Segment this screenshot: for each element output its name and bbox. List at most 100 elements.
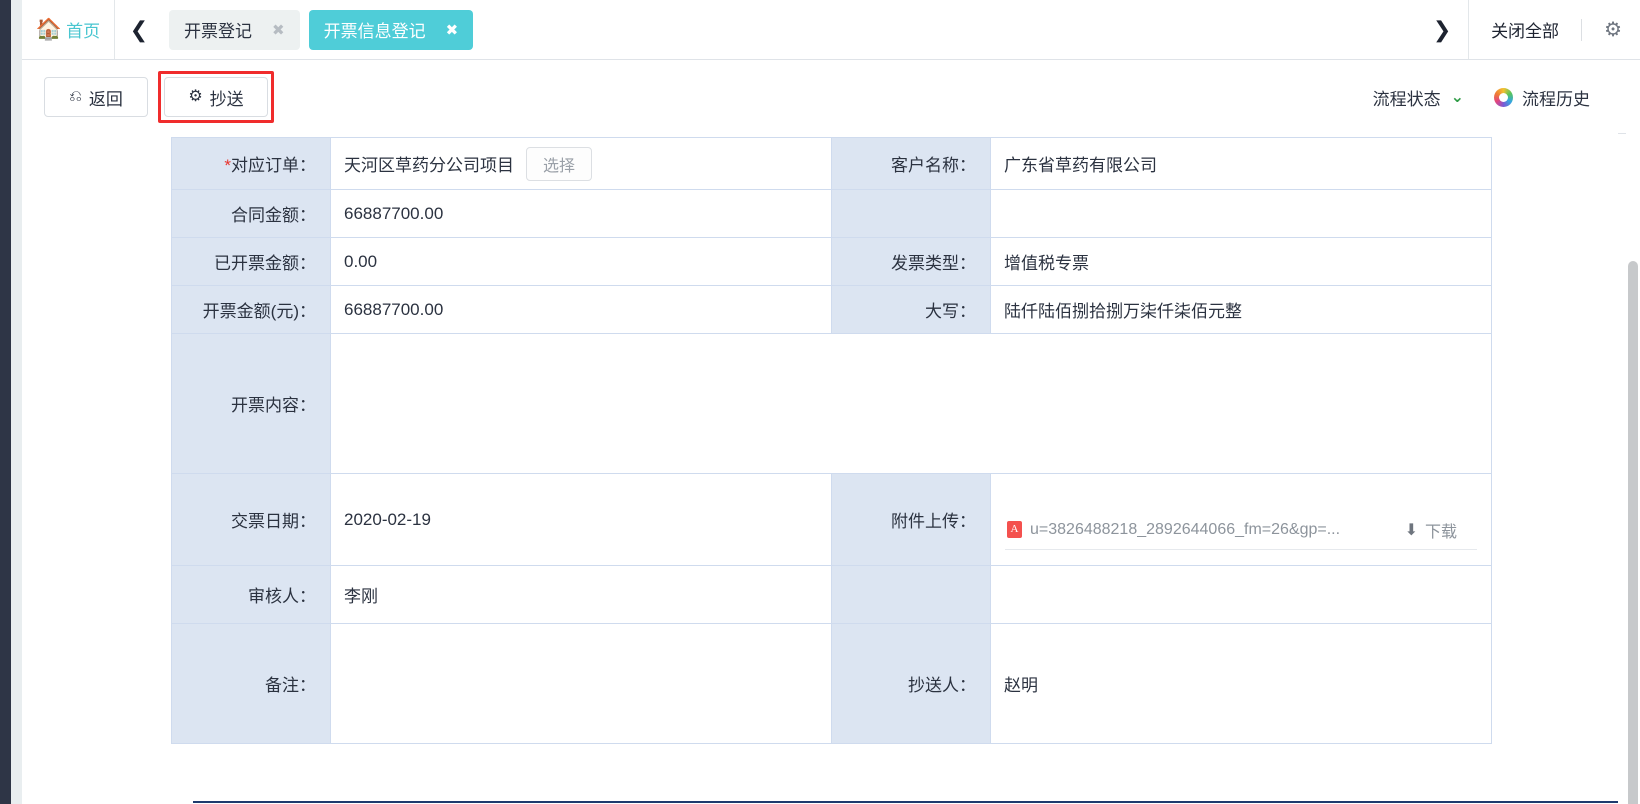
delivery-date-value: 2020-02-19 (344, 510, 431, 529)
toolbar-right-group: 流程状态 ⌄ 流程历史 (1373, 85, 1618, 110)
invoice-type-value: 增值税专票 (1004, 254, 1089, 273)
close-all-button[interactable]: 关闭全部 (1491, 17, 1559, 42)
close-all-group: 关闭全部 ⚙ (1468, 0, 1640, 59)
invoice-type-value-cell: 增值税专票 (991, 238, 1492, 286)
chevron-down-icon: ⌄ (1451, 87, 1464, 107)
collapsed-nav-rail (0, 0, 11, 804)
customer-value: 广东省草药有限公司 (1004, 156, 1157, 175)
order-select-button[interactable]: 选择 (526, 147, 592, 181)
table-row: 已开票金额： 0.00 发票类型： 增值税专票 (172, 238, 1492, 286)
color-ring-icon (1494, 88, 1513, 107)
back-circle-icon: ⎌ (69, 89, 82, 105)
cc-person-label: 抄送人： (908, 676, 976, 695)
cc-button-label: 抄送 (210, 85, 244, 110)
order-value: 天河区草药分公司项目 (344, 151, 514, 176)
attachment-download-button[interactable]: ⬇ 下载 (1405, 518, 1475, 542)
cc-button[interactable]: ⚙ 抄送 (164, 77, 268, 117)
delivery-date-label-cell: 交票日期： (172, 474, 331, 566)
flow-state-dropdown[interactable]: 流程状态 ⌄ (1373, 85, 1464, 110)
blank-value-cell-1 (991, 190, 1492, 238)
invoice-amount-value-cell: 66887700.00 (331, 286, 832, 334)
invoice-type-label: 发票类型： (891, 254, 976, 273)
flow-state-label: 流程状态 (1373, 85, 1441, 110)
cc-button-highlight: ⚙ 抄送 (158, 71, 274, 123)
reviewer-label-cell: 审核人： (172, 566, 331, 624)
table-row: *对应订单： 天河区草药分公司项目 选择 客户名称： 广东省草药有限公司 (172, 138, 1492, 190)
delivery-date-label: 交票日期： (231, 512, 316, 531)
invoice-content-label-cell: 开票内容： (172, 334, 331, 474)
tab-invoice-registration[interactable]: 开票登记 ✖ (169, 10, 300, 50)
order-label-cell: *对应订单： (172, 138, 331, 190)
delivery-date-value-cell: 2020-02-19 (331, 474, 832, 566)
invoice-content-value-cell[interactable] (331, 334, 1492, 474)
toolbar-button-group: ⎌ 返回 ⚙ 抄送 (44, 71, 274, 123)
cc-person-label-cell: 抄送人： (832, 624, 991, 744)
attachment-file-name[interactable]: u=3826488218_2892644066_fm=26&gp=... (1030, 521, 1340, 539)
tab-label: 开票登记 (184, 17, 252, 42)
invoiced-amount-label: 已开票金额： (214, 254, 316, 273)
gear-icon: ⚙ (188, 89, 202, 105)
flow-history-label: 流程历史 (1522, 85, 1590, 110)
invoice-form-table: *对应订单： 天河区草药分公司项目 选择 客户名称： 广东省草药有限公司 (171, 137, 1492, 744)
table-row: 审核人： 李刚 (172, 566, 1492, 624)
invoiced-amount-value: 0.00 (344, 252, 377, 271)
back-button-label: 返回 (89, 85, 123, 110)
vertical-scrollbar-thumb[interactable] (1628, 261, 1638, 804)
tab-label: 开票信息登记 (324, 17, 426, 42)
flow-history-button[interactable]: 流程历史 (1494, 85, 1590, 110)
invoice-content-label: 开票内容： (231, 396, 316, 415)
cc-person-value-cell: 赵明 (991, 624, 1492, 744)
app-root: 🏠 首页 ❮ 开票登记 ✖ 开票信息登记 ✖ ❯ 关闭全部 ⚙ ⎌ 返回 (0, 0, 1640, 804)
reviewer-value-cell: 李刚 (331, 566, 832, 624)
blank-value-cell-2 (991, 566, 1492, 624)
download-arrow-icon: ⬇ (1405, 520, 1418, 540)
pdf-file-icon (1007, 521, 1022, 538)
table-row: 合同金额： 66887700.00 (172, 190, 1492, 238)
tabs-scroll-left-button[interactable]: ❮ (115, 0, 163, 59)
table-row: 开票金额(元)： 66887700.00 大写： 陆仟陆佰捌拾捌万柒仟柒佰元整 (172, 286, 1492, 334)
amount-words-value: 陆仟陆佰捌拾捌万柒仟柒佰元整 (1004, 302, 1242, 321)
remark-value-cell[interactable] (331, 624, 832, 744)
required-mark: * (224, 156, 231, 175)
home-button[interactable]: 🏠 首页 (22, 0, 115, 59)
attachment-label-cell: 附件上传： (832, 474, 991, 566)
customer-label-cell: 客户名称： (832, 138, 991, 190)
attachment-download-label: 下载 (1425, 518, 1457, 542)
tab-invoice-info-registration[interactable]: 开票信息登记 ✖ (309, 10, 474, 50)
attachment-value-cell: u=3826488218_2892644066_fm=26&gp=... ⬇ 下… (991, 474, 1492, 566)
amount-words-label-cell: 大写： (832, 286, 991, 334)
cc-person-value: 赵明 (1004, 676, 1038, 695)
amount-words-label: 大写： (925, 302, 976, 321)
form-area: *对应订单： 天河区草药分公司项目 选择 客户名称： 广东省草药有限公司 (22, 133, 1618, 804)
blank-label-cell-2 (832, 566, 991, 624)
close-icon[interactable]: ✖ (272, 21, 285, 39)
section-divider (193, 801, 1618, 803)
invoice-type-label-cell: 发票类型： (832, 238, 991, 286)
home-icon: 🏠 (36, 19, 62, 40)
contract-amount-value-cell: 66887700.00 (331, 190, 832, 238)
invoice-amount-label-cell: 开票金额(元)： (172, 286, 331, 334)
tab-list: 开票登记 ✖ 开票信息登记 ✖ (163, 0, 1416, 59)
table-row: 开票内容： (172, 334, 1492, 474)
order-value-cell: 天河区草药分公司项目 选择 (331, 138, 832, 190)
contract-amount-label: 合同金额： (231, 206, 316, 225)
customer-value-cell: 广东省草药有限公司 (991, 138, 1492, 190)
contract-amount-label-cell: 合同金额： (172, 190, 331, 238)
vertical-scrollbar-track[interactable] (1626, 61, 1640, 804)
remark-label-cell: 备注： (172, 624, 331, 744)
customer-label: 客户名称： (891, 156, 976, 175)
nav-rail-strip (11, 0, 22, 804)
back-button[interactable]: ⎌ 返回 (44, 77, 148, 117)
blank-label-cell-1 (832, 190, 991, 238)
invoice-amount-value: 66887700.00 (344, 300, 443, 319)
list-item: u=3826488218_2892644066_fm=26&gp=... ⬇ 下… (1005, 510, 1477, 550)
table-row: 交票日期： 2020-02-19 附件上传： u=3826488218_2892… (172, 474, 1492, 566)
reviewer-label: 审核人： (248, 587, 316, 606)
close-icon[interactable]: ✖ (446, 21, 459, 39)
home-label: 首页 (66, 17, 100, 42)
invoiced-amount-label-cell: 已开票金额： (172, 238, 331, 286)
tabs-scroll-right-button[interactable]: ❯ (1416, 0, 1468, 59)
gear-icon[interactable]: ⚙ (1604, 20, 1622, 40)
divider (1581, 19, 1582, 41)
invoice-amount-label: 开票金额(元)： (203, 302, 316, 321)
